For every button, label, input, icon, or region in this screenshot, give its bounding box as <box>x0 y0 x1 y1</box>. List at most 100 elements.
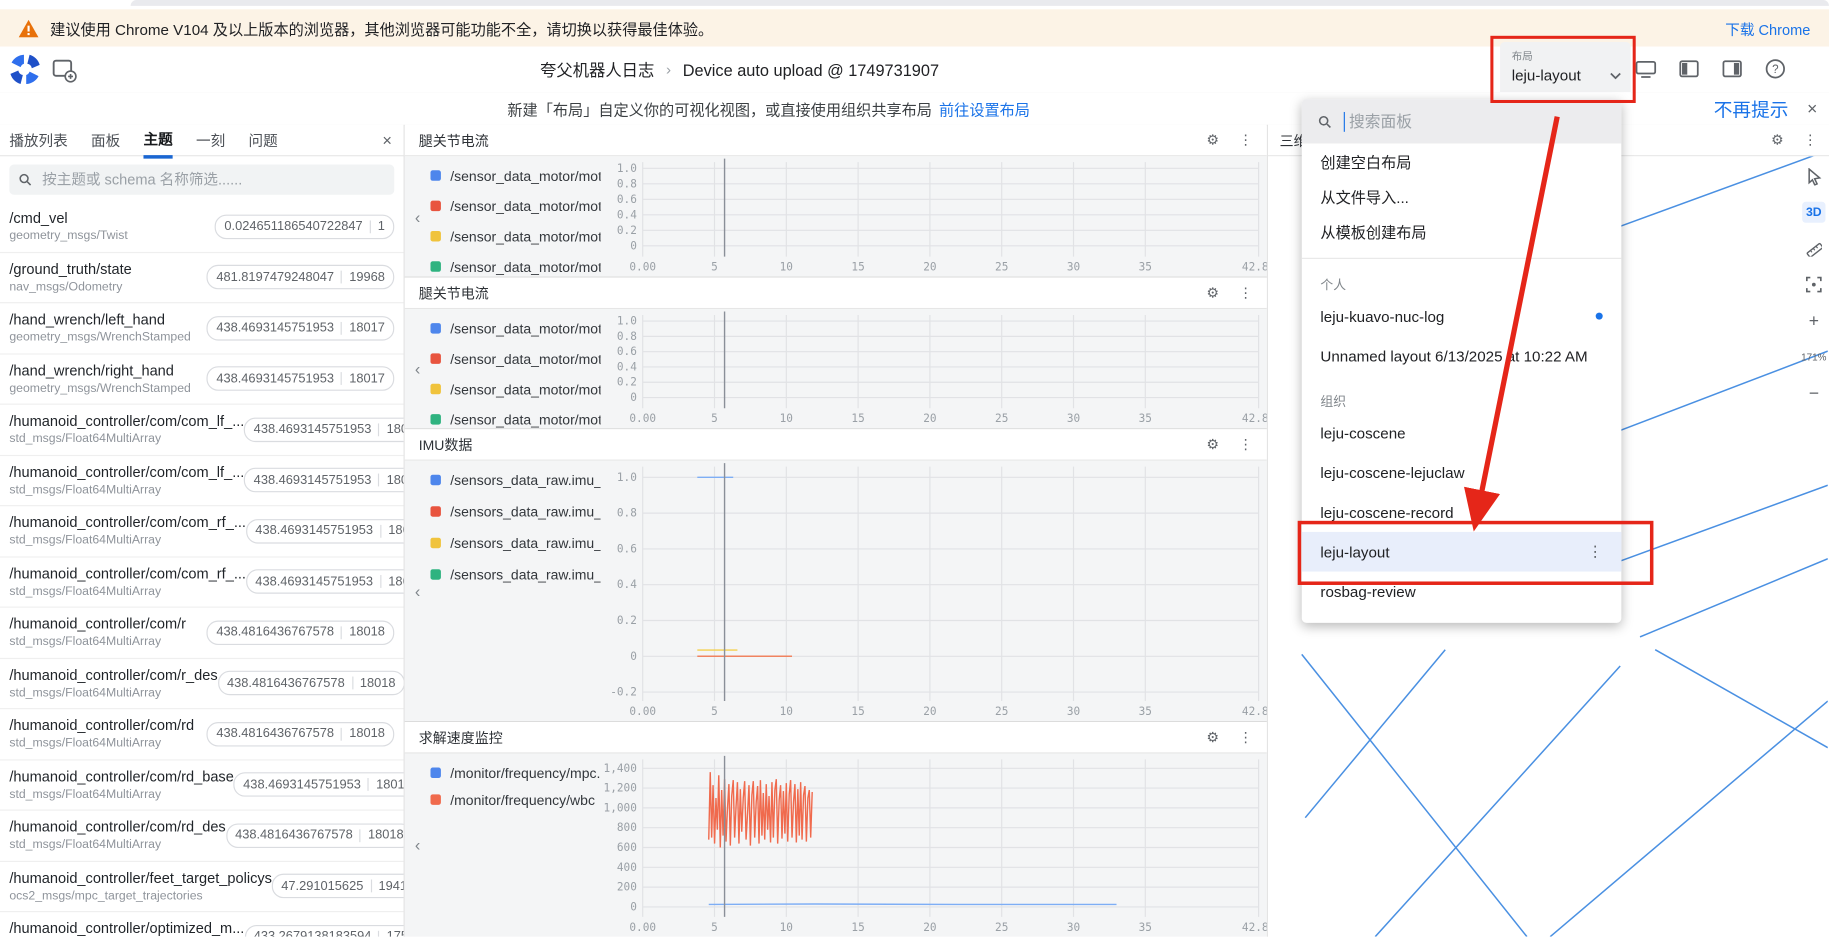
more-icon[interactable]: ⋮ <box>1239 285 1253 301</box>
topic-row[interactable]: /humanoid_controller/com/com_rf_...std_m… <box>0 557 404 608</box>
topic-row[interactable]: /humanoid_controller/com/r_desstd_msgs/F… <box>0 658 404 709</box>
collapse-legend-icon[interactable]: ‹ <box>405 309 431 428</box>
tab-问题[interactable]: 问题 <box>249 124 278 157</box>
legend-item[interactable]: /sensors_data_raw.imu_d <box>430 472 600 487</box>
topic-row[interactable]: /humanoid_controller/com/rd_desstd_msgs/… <box>0 811 404 862</box>
legend-item[interactable]: /sensor_data_motor/moto <box>430 229 600 244</box>
collapse-legend-icon[interactable]: ‹ <box>405 754 431 937</box>
topic-row[interactable]: /humanoid_controller/com/com_rf_...std_m… <box>0 506 404 557</box>
svg-text:42.89: 42.89 <box>1242 705 1267 718</box>
layout-item-leju-layout[interactable]: leju-layout⋮ <box>1302 532 1622 572</box>
frame-fit-icon[interactable] <box>1802 274 1825 295</box>
more-icon[interactable]: ⋮ <box>1239 729 1253 745</box>
cursor-tool-icon[interactable] <box>1802 166 1825 187</box>
topic-info: /humanoid_controller/com/r_desstd_msgs/F… <box>9 667 217 700</box>
topic-search-input[interactable] <box>40 170 385 189</box>
chart-腿关节电流[interactable]: 1.00.80.60.40.200.00510152025303542.89 <box>601 156 1267 276</box>
layout-item-leju-coscene-lejuclaw[interactable]: leju-coscene-lejuclaw <box>1302 453 1622 493</box>
legend-color-swatch <box>430 768 440 778</box>
settings-icon[interactable]: ⚙ <box>1206 729 1219 745</box>
tab-主题[interactable]: 主题 <box>144 122 173 158</box>
menu-action-创建空白布局[interactable]: 创建空白布局 <box>1302 143 1622 178</box>
legend-item[interactable]: /sensors_data_raw.imu_d <box>430 504 600 519</box>
more-icon[interactable]: ⋮ <box>1803 132 1817 148</box>
notice-message: 新建「布局」自定义你的可视化视图，或直接使用组织共享布局 <box>507 97 932 119</box>
layout-item-rosbag-review[interactable]: rosbag-review <box>1302 572 1622 612</box>
zoom-in-button[interactable]: + <box>1802 310 1825 331</box>
settings-icon[interactable]: ⚙ <box>1206 436 1219 452</box>
topic-row[interactable]: /ground_truth/statenav_msgs/Odometry481.… <box>0 253 404 304</box>
panel-left-icon[interactable] <box>1677 57 1700 80</box>
legend-item[interactable]: /sensors_data_raw.imu_d <box>430 567 600 582</box>
settings-icon[interactable]: ⚙ <box>1206 132 1219 148</box>
collapse-legend-icon[interactable]: ‹ <box>405 156 431 276</box>
layout-item-leju-coscene-record[interactable]: leju-coscene-record <box>1302 492 1622 532</box>
settings-icon[interactable]: ⚙ <box>1771 132 1784 148</box>
breadcrumb-project[interactable]: 夸父机器人日志 <box>540 58 654 81</box>
sidebar-close-icon[interactable]: × <box>382 131 392 150</box>
layout-select[interactable]: 布局 leju-layout <box>1500 42 1631 97</box>
tab-一刻[interactable]: 一刻 <box>196 124 225 157</box>
zoom-out-button[interactable]: − <box>1802 383 1825 404</box>
more-icon[interactable]: ⋮ <box>1239 436 1253 452</box>
topic-schema: std_msgs/Float64MultiArray <box>9 584 246 598</box>
topic-row[interactable]: /humanoid_controller/com/com_lf_...std_m… <box>0 405 404 456</box>
panel-IMU数据: IMU数据⚙⋮‹/sensors_data_raw.imu_d/sensors_… <box>405 429 1267 722</box>
search-icon <box>19 173 32 187</box>
tab-面板[interactable]: 面板 <box>91 124 120 157</box>
topic-row[interactable]: /humanoid_controller/feet_target_policys… <box>0 861 404 912</box>
chart-IMU数据[interactable]: 1.00.80.60.40.20-0.20.00510152025303542.… <box>601 461 1267 721</box>
chart-腿关节电流[interactable]: 1.00.80.60.40.200.00510152025303542.89 <box>601 309 1267 428</box>
layout-item-Unnamed layout 6/13/2025 at 10:22 AM[interactable]: Unnamed layout 6/13/2025 at 10:22 AM <box>1302 336 1622 376</box>
topic-row[interactable]: /hand_wrench/right_handgeometry_msgs/Wre… <box>0 354 404 405</box>
mode-3d-toggle[interactable]: 3D <box>1802 202 1825 223</box>
zoom-level-label: 171% <box>1802 346 1825 367</box>
notice-close-icon[interactable]: × <box>1807 99 1817 119</box>
topic-row[interactable]: /humanoid_controller/com/rd_basestd_msgs… <box>0 760 404 811</box>
breadcrumb-separator: › <box>666 61 671 78</box>
topic-message-count: 18017 <box>349 372 385 386</box>
legend-item[interactable]: /sensor_data_motor/moto <box>430 351 600 366</box>
menu-action-从文件导入...[interactable]: 从文件导入... <box>1302 178 1622 213</box>
legend-item[interactable]: /sensors_data_raw.imu_d <box>430 535 600 550</box>
topic-row[interactable]: /cmd_velgeometry_msgs/Twist0.02465118654… <box>0 202 404 253</box>
more-icon[interactable]: ⋮ <box>1239 132 1253 148</box>
tab-播放列表[interactable]: 播放列表 <box>9 124 67 157</box>
menu-action-从模板创建布局[interactable]: 从模板创建布局 <box>1302 213 1622 248</box>
topic-row[interactable]: /hand_wrench/left_handgeometry_msgs/Wren… <box>0 303 404 354</box>
legend-item[interactable]: /sensor_data_motor/moto <box>430 259 600 274</box>
dismiss-forever-link[interactable]: 不再提示 <box>1714 94 1789 122</box>
topic-search[interactable] <box>9 164 394 194</box>
viewer-3d-toolbar: 3D + 171% − <box>1801 166 1827 404</box>
legend-item[interactable]: /sensor_data_motor/moto <box>430 321 600 336</box>
kebab-menu-icon[interactable]: ⋮ <box>1588 543 1603 560</box>
topic-current-value: 0.024651186540722847 <box>224 220 362 234</box>
help-icon[interactable]: ? <box>1764 57 1787 80</box>
topic-row[interactable]: /humanoid_controller/com/rstd_msgs/Float… <box>0 608 404 659</box>
svg-text:10: 10 <box>780 705 793 718</box>
collapse-legend-icon[interactable]: ‹ <box>405 461 431 721</box>
chart-求解速度监控[interactable]: 1,4001,2001,00080060040020000.0051015202… <box>601 754 1267 937</box>
topic-row[interactable]: /humanoid_controller/com/com_lf_...std_m… <box>0 455 404 506</box>
legend-item[interactable]: /sensor_data_motor/moto <box>430 168 600 183</box>
topic-row[interactable]: /humanoid_controller/optimized_m...std_m… <box>0 912 404 936</box>
layout-item-leju-kuavo-nuc-log[interactable]: leju-kuavo-nuc-log <box>1302 296 1622 336</box>
panel-search[interactable] <box>1302 99 1622 143</box>
measure-tool-icon[interactable] <box>1802 238 1825 259</box>
legend-item[interactable]: /sensor_data_motor/moto <box>430 412 600 427</box>
settings-icon[interactable]: ⚙ <box>1206 285 1219 301</box>
legend-item[interactable]: /sensor_data_motor/moto <box>430 381 600 396</box>
setup-layout-link[interactable]: 前往设置布局 <box>939 97 1030 119</box>
layout-item-leju-coscene[interactable]: leju-coscene <box>1302 413 1622 453</box>
panel-search-input[interactable] <box>1343 111 1605 131</box>
monitor-icon[interactable] <box>1634 57 1657 80</box>
legend-item[interactable]: /sensor_data_motor/moto <box>430 198 600 213</box>
topic-info: /humanoid_controller/com/com_lf_...std_m… <box>9 413 244 446</box>
breadcrumb-record[interactable]: Device auto upload @ 1749731907 <box>683 60 939 79</box>
legend-item[interactable]: /monitor/frequency/wbc <box>430 792 600 807</box>
download-chrome-link[interactable]: 下载 Chrome <box>1725 17 1810 39</box>
topic-row[interactable]: /humanoid_controller/com/rdstd_msgs/Floa… <box>0 709 404 760</box>
panel-right-icon[interactable] <box>1721 57 1744 80</box>
legend-color-swatch <box>430 794 440 804</box>
legend-item[interactable]: /monitor/frequency/mpc. <box>430 765 600 780</box>
